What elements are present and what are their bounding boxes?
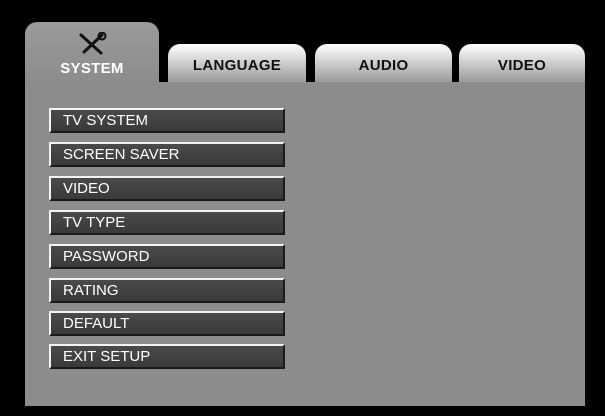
tab-video[interactable]: VIDEO [459,44,585,82]
tab-language-label: LANGUAGE [192,56,282,74]
tab-audio[interactable]: AUDIO [315,44,452,82]
menu-item-rating[interactable]: RATING [49,278,285,303]
tab-system-label: SYSTEM [60,59,124,77]
tab-system[interactable]: SYSTEM [25,22,159,84]
menu-item-default[interactable]: DEFAULT [49,311,285,336]
tab-language[interactable]: LANGUAGE [168,44,306,82]
tab-audio-label: AUDIO [358,56,409,74]
menu-item-screen-saver[interactable]: SCREEN SAVER [49,142,285,167]
tab-video-label: VIDEO [497,56,547,74]
tools-icon [79,31,107,54]
menu-item-tv-type[interactable]: TV TYPE [49,210,285,235]
menu-item-tv-system[interactable]: TV SYSTEM [49,108,285,133]
menu-item-video[interactable]: VIDEO [49,176,285,201]
menu-item-password[interactable]: PASSWORD [49,244,285,269]
menu-item-exit-setup[interactable]: EXIT SETUP [49,344,285,369]
